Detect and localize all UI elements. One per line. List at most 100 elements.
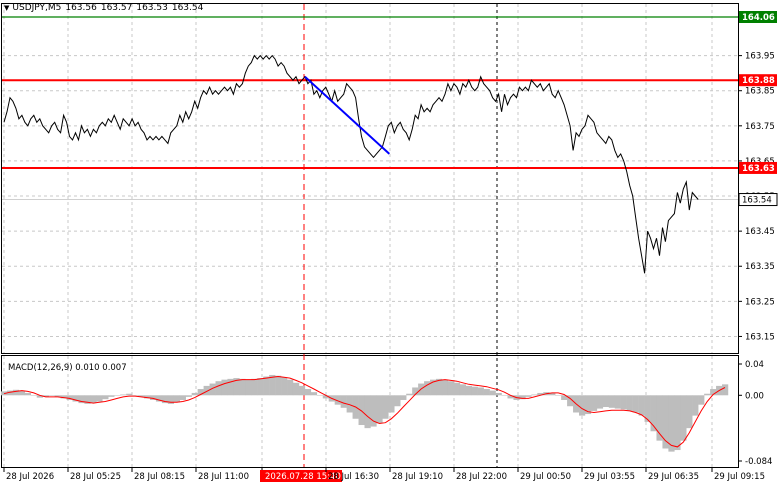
macd-bar-57 [340, 395, 347, 408]
macd-tick-label-0: 0.04 [745, 360, 764, 370]
macd-bar-18 [108, 395, 115, 397]
macd-bar-29 [173, 395, 181, 403]
time-label-5: 28 Jul 16:30 [328, 472, 379, 482]
main-grid [2, 4, 738, 353]
open-value: 163.56 [65, 3, 97, 13]
level-tag-label-1: 163.88 [742, 76, 775, 86]
macd-bar-100 [596, 395, 604, 409]
macd-bar-89 [531, 394, 538, 396]
macd-bar-8 [48, 395, 55, 396]
trend-line-segment [304, 75, 391, 155]
macd-bar-47 [281, 377, 288, 396]
macd-bar-77 [459, 384, 467, 396]
macd-bar-51 [304, 389, 312, 396]
macd-bar-36 [215, 381, 222, 396]
macd-bar-101 [602, 395, 610, 408]
macd-bar-74 [441, 379, 449, 396]
macd-bar-65 [388, 395, 395, 413]
chart-canvas[interactable]: 163.95163.85163.75163.65163.55163.45163.… [0, 0, 781, 489]
macd-bar-78 [465, 385, 472, 396]
time-label-8: 29 Jul 00:50 [520, 472, 571, 482]
macd-bar-107 [638, 395, 645, 416]
macd-bar-117 [698, 395, 705, 405]
macd-bar-121 [722, 384, 729, 396]
macd-bar-42 [251, 378, 258, 396]
time-label-6: 28 Jul 19:10 [392, 472, 443, 482]
time-label-10: 29 Jul 06:35 [648, 472, 699, 482]
macd-bar-83 [495, 392, 502, 396]
time-label-9: 29 Jul 03:55 [584, 472, 635, 482]
time-label-7: 28 Jul 22:00 [456, 472, 507, 482]
horizontal-levels [2, 16, 738, 201]
macd-bar-103 [614, 395, 621, 409]
symbol-header: ▼ USDJPY,M5 163.56 163.57 163.53 163.54 [4, 3, 207, 13]
macd-bar-61 [364, 395, 371, 429]
macd-bar-66 [394, 395, 401, 407]
trend-line [304, 75, 391, 155]
macd-bar-48 [287, 379, 294, 396]
macd-bar-20 [120, 394, 127, 396]
macd-bar-43 [257, 378, 264, 396]
current-price-tag-label: 163.54 [742, 196, 772, 206]
macd-bar-99 [590, 395, 598, 411]
macd-tick-label-2: -0.084 [745, 457, 772, 467]
macd-bar-80 [477, 387, 484, 396]
macd-bar-115 [686, 395, 693, 429]
macd-bar-63 [376, 395, 383, 424]
macd-bar-52 [310, 392, 318, 396]
macd-bar-116 [692, 395, 699, 416]
macd-bar-21 [126, 393, 133, 396]
macd-bar-31 [185, 395, 192, 397]
macd-bar-41 [245, 379, 252, 396]
level-tags: 164.06 163.88 163.63 163.54 [738, 11, 778, 207]
time-axis: 28 Jul 2026 28 Jul 05:25 28 Jul 08:15 28 Ju… [3, 468, 765, 482]
macd-bar-4 [24, 392, 32, 396]
macd-bar-68 [406, 393, 413, 396]
macd-bar-76 [453, 382, 461, 396]
macd-bar-82 [489, 390, 496, 396]
close-value: 163.54 [171, 3, 204, 13]
price-tick-label-6: 163.35 [745, 262, 775, 272]
time-label-0: 28 Jul 2026 [6, 472, 54, 482]
price-tick-label-5: 163.45 [745, 227, 775, 237]
macd-axis: 0.04 0.00 -0.084 [738, 360, 772, 467]
symbol-label: USDJPY,M5 [12, 3, 62, 13]
price-tick-label-7: 163.25 [745, 297, 775, 307]
macd-tick-label-1: 0.00 [745, 391, 764, 401]
macd-bar-17 [102, 395, 109, 400]
chart-window[interactable]: 163.95163.85163.75163.65163.55163.45163.… [0, 0, 781, 489]
collapse-triangle-icon[interactable]: ▼ [4, 4, 9, 12]
macd-bar-97 [579, 395, 586, 416]
macd-bar-118 [704, 393, 711, 396]
price-tick-label-2: 163.75 [745, 122, 775, 132]
macd-bar-40 [239, 378, 246, 396]
macd-bar-32 [191, 392, 198, 396]
macd-legend: MACD(12,26,9) 0.010 0.007 [8, 363, 127, 373]
macd-bar-50 [298, 385, 306, 396]
price-tick-label-1: 163.85 [745, 87, 775, 97]
macd-bar-30 [179, 395, 186, 400]
time-label-11: 29 Jul 09:15 [714, 472, 765, 482]
macd-bar-53 [316, 395, 324, 396]
price-polyline [3, 54, 699, 274]
macd-bar-49 [292, 382, 300, 396]
price-tick-label-0: 163.95 [745, 52, 775, 62]
macd-bar-79 [471, 386, 478, 396]
time-label-3: 28 Jul 11:00 [198, 472, 249, 482]
macd-bar-84 [501, 395, 508, 396]
macd-bar-105 [626, 395, 633, 411]
macd-bar-37 [221, 379, 228, 396]
macd-bar-81 [483, 389, 490, 396]
level-tag-label-0: 164.06 [742, 13, 775, 23]
macd-bar-114 [680, 395, 687, 441]
macd-bar-113 [674, 395, 681, 451]
high-value: 163.57 [100, 3, 133, 13]
macd-bar-15 [90, 395, 97, 404]
macd-bar-64 [382, 395, 389, 419]
price-series [3, 54, 699, 274]
macd-bar-44 [263, 376, 270, 396]
macd-bar-46 [275, 375, 282, 396]
macd-bar-75 [447, 381, 455, 396]
macd-bar-102 [608, 395, 616, 408]
time-label-2: 28 Jul 08:15 [134, 472, 185, 482]
